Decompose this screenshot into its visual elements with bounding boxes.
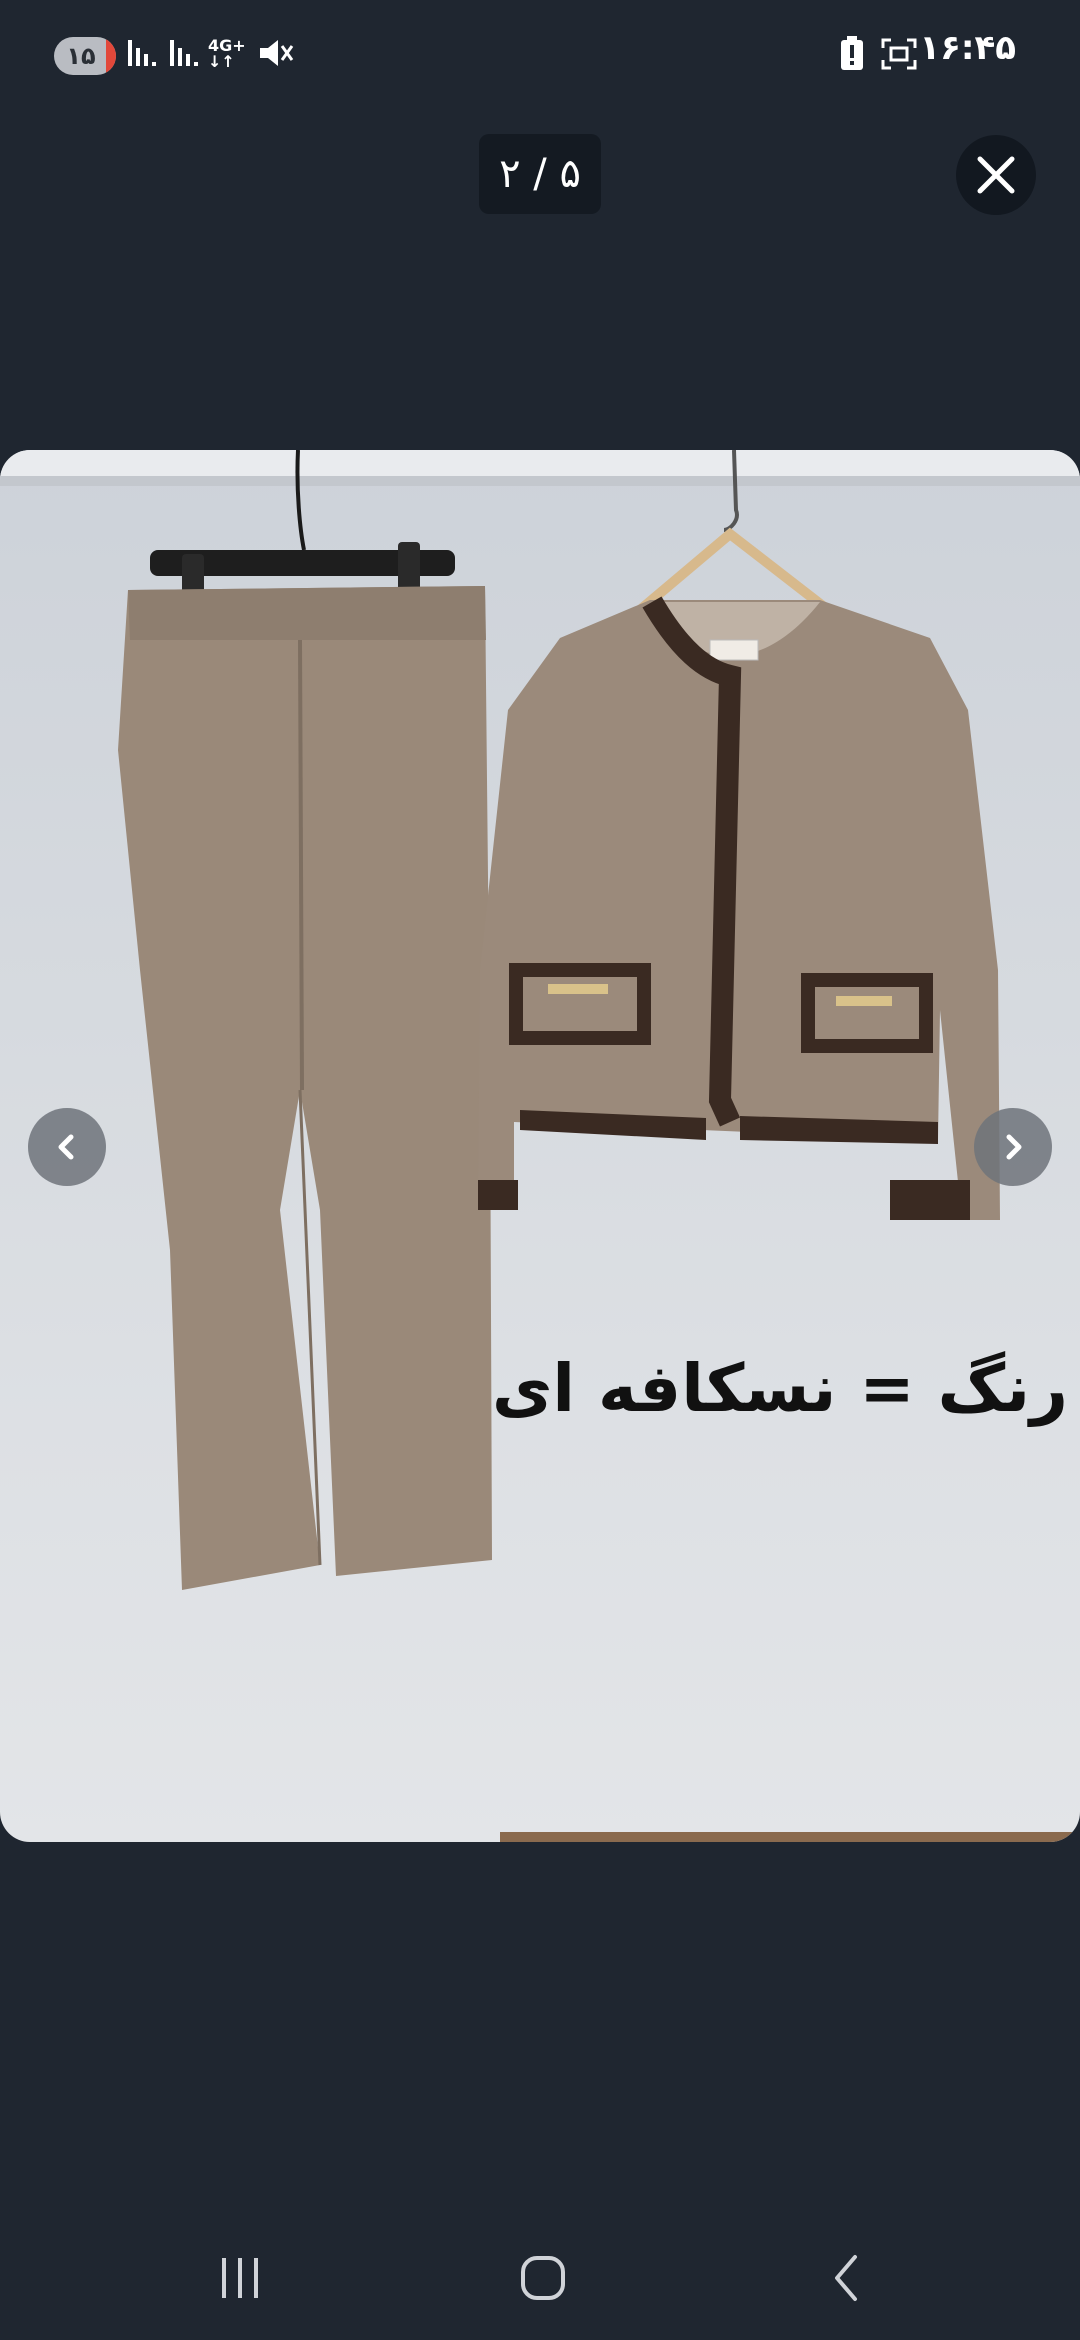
mute-icon — [260, 40, 294, 66]
notification-count-badge: ۱۵ — [54, 37, 116, 75]
badge-dot — [106, 37, 116, 75]
screenshot-icon — [881, 38, 917, 70]
home-button[interactable] — [508, 2248, 578, 2308]
clock: ۱۶:۴۵ — [919, 28, 1016, 68]
close-icon — [977, 156, 1015, 194]
product-photo-illustration — [0, 450, 1080, 1842]
home-icon — [521, 2256, 565, 2300]
photo-caption: رنگ = نسکافه ای — [491, 1350, 1068, 1427]
battery-alert-icon — [841, 36, 863, 70]
back-button[interactable] — [812, 2248, 882, 2308]
back-icon — [835, 2255, 857, 2301]
status-bar: ۱۵ 4G+ ↓↑ ۱۶:۴۵ — [0, 0, 1080, 110]
chevron-left-icon — [58, 1134, 74, 1160]
pants — [118, 586, 492, 1590]
jacket-label — [709, 639, 759, 661]
recent-apps-icon — [222, 2258, 258, 2298]
close-button[interactable] — [956, 135, 1036, 215]
network-4g-icon: 4G+ ↓↑ — [208, 36, 246, 71]
signal-bars-icon — [170, 40, 198, 66]
jacket-hanger — [635, 527, 833, 615]
recent-apps-button[interactable] — [206, 2248, 276, 2308]
notification-count: ۱۵ — [66, 42, 96, 70]
signal-bars-icon — [128, 40, 156, 66]
image-counter: ۲ / ۵ — [479, 134, 601, 214]
previous-image-button[interactable] — [28, 1108, 106, 1186]
chevron-right-icon — [1006, 1134, 1022, 1160]
next-image-button[interactable] — [974, 1108, 1052, 1186]
product-image[interactable]: رنگ = نسکافه ای — [0, 450, 1080, 1842]
